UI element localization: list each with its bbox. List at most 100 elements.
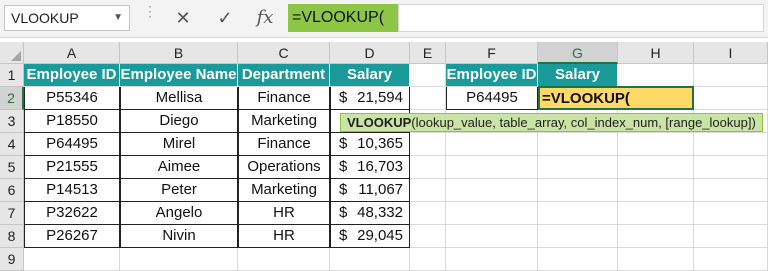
column-header-e[interactable]: E [410, 42, 446, 64]
department-cell[interactable]: Operations [238, 156, 330, 179]
grid-cell[interactable] [410, 87, 446, 110]
column-header-a[interactable]: A [24, 42, 120, 64]
grid-cell[interactable] [538, 179, 618, 202]
column-header-h[interactable]: H [618, 42, 694, 64]
employee-id-cell[interactable]: P18550 [24, 110, 120, 133]
column-header-i[interactable]: I [694, 42, 768, 64]
employee-name-cell[interactable]: Peter [120, 179, 238, 202]
salary-cell[interactable]: $16,703 [330, 156, 410, 179]
salary-cell[interactable]: $21,594 [330, 87, 410, 110]
department-cell[interactable]: HR [238, 202, 330, 225]
employee-name-cell[interactable]: Diego [120, 110, 238, 133]
grid-cell[interactable] [410, 156, 446, 179]
grid-cell[interactable] [446, 133, 538, 156]
employee-id-cell[interactable]: P21555 [24, 156, 120, 179]
column-header-b[interactable]: B [120, 42, 238, 64]
department-cell[interactable]: Finance [238, 133, 330, 156]
employee-id-cell[interactable]: P32622 [24, 202, 120, 225]
grid-cell[interactable] [694, 87, 768, 110]
grid-cell[interactable] [410, 225, 446, 248]
row-header-4[interactable]: 4 [0, 133, 24, 156]
grid-cell[interactable] [538, 133, 618, 156]
row-header-7[interactable]: 7 [0, 202, 24, 225]
salary-cell[interactable]: $29,045 [330, 225, 410, 248]
grid-cell[interactable] [446, 225, 538, 248]
lookup-header-employee-id[interactable]: Employee ID [446, 64, 538, 87]
column-header-d[interactable]: D [330, 42, 410, 64]
department-cell[interactable]: Marketing [238, 179, 330, 202]
grid-cell[interactable] [24, 248, 120, 271]
header-employee-id[interactable]: Employee ID [24, 64, 120, 87]
grid-cell[interactable] [238, 248, 330, 271]
employee-name-cell[interactable]: Mellisa [120, 87, 238, 110]
lookup-employee-id-cell[interactable]: P64495 [446, 87, 538, 110]
employee-id-cell[interactable]: P14513 [24, 179, 120, 202]
grid-cell[interactable] [694, 202, 768, 225]
lookup-header-salary[interactable]: Salary [538, 64, 618, 87]
row-header-3[interactable]: 3 [0, 110, 24, 133]
department-cell[interactable]: HR [238, 225, 330, 248]
row-header-1[interactable]: 1 [0, 64, 24, 87]
grid-cell[interactable] [446, 156, 538, 179]
employee-id-cell[interactable]: P64495 [24, 133, 120, 156]
grid-cell[interactable] [618, 133, 694, 156]
employee-id-cell[interactable]: P26267 [24, 225, 120, 248]
department-cell[interactable]: Marketing [238, 110, 330, 133]
salary-cell[interactable]: $48,332 [330, 202, 410, 225]
header-department[interactable]: Department [238, 64, 330, 87]
grid-cell[interactable] [410, 179, 446, 202]
grid-cell[interactable] [410, 133, 446, 156]
close-icon[interactable]: ✕ [170, 6, 196, 30]
select-all-button[interactable] [0, 42, 24, 64]
formula-input-area[interactable] [398, 4, 764, 32]
grid-cell[interactable] [618, 225, 694, 248]
grid-cell[interactable] [694, 179, 768, 202]
department-cell[interactable]: Finance [238, 87, 330, 110]
grid-cell[interactable] [446, 202, 538, 225]
grid-cell[interactable] [330, 248, 410, 271]
employee-name-cell[interactable]: Angelo [120, 202, 238, 225]
tooltip-function-name[interactable]: VLOOKUP [347, 115, 411, 130]
row-header-6[interactable]: 6 [0, 179, 24, 202]
grid-cell[interactable] [618, 179, 694, 202]
drag-handle-icon[interactable]: ⋮ [143, 4, 157, 18]
grid-cell[interactable] [694, 248, 768, 271]
row-header-8[interactable]: 8 [0, 225, 24, 248]
row-header-9[interactable]: 9 [0, 248, 24, 271]
grid-cell[interactable] [410, 202, 446, 225]
row-header-2[interactable]: 2 [0, 87, 24, 110]
column-header-c[interactable]: C [238, 42, 330, 64]
column-header-g[interactable]: G [538, 42, 618, 64]
name-box[interactable]: VLOOKUP ▼ [4, 5, 130, 31]
column-header-f[interactable]: F [446, 42, 538, 64]
salary-cell[interactable]: $10,365 [330, 133, 410, 156]
grid-cell[interactable] [446, 179, 538, 202]
row-header-5[interactable]: 5 [0, 156, 24, 179]
grid-cell[interactable] [538, 225, 618, 248]
grid-cell[interactable] [538, 156, 618, 179]
formula-input[interactable]: =VLOOKUP( [288, 4, 398, 32]
header-employee-name[interactable]: Employee Name [120, 64, 238, 87]
grid-cell[interactable] [120, 248, 238, 271]
employee-name-cell[interactable]: Mirel [120, 133, 238, 156]
fx-icon[interactable]: fx [252, 6, 278, 30]
employee-id-cell[interactable]: P55346 [24, 87, 120, 110]
grid-cell[interactable] [538, 248, 618, 271]
salary-cell[interactable]: $11,067 [330, 179, 410, 202]
chevron-down-icon[interactable]: ▼ [113, 6, 123, 30]
grid-cell[interactable] [694, 225, 768, 248]
grid-cell[interactable] [694, 64, 768, 87]
grid-cell[interactable] [618, 248, 694, 271]
grid-cell[interactable] [694, 133, 768, 156]
grid-cell[interactable] [538, 202, 618, 225]
grid-cell[interactable] [618, 64, 694, 87]
active-cell-g2[interactable]: =VLOOKUP( [538, 86, 694, 110]
grid-cell[interactable] [694, 156, 768, 179]
employee-name-cell[interactable]: Nivin [120, 225, 238, 248]
employee-name-cell[interactable]: Aimee [120, 156, 238, 179]
grid-cell[interactable] [410, 248, 446, 271]
grid-cell[interactable] [410, 64, 446, 87]
header-salary[interactable]: Salary [330, 64, 410, 87]
grid-cell[interactable] [618, 156, 694, 179]
check-icon[interactable]: ✓ [212, 6, 238, 30]
